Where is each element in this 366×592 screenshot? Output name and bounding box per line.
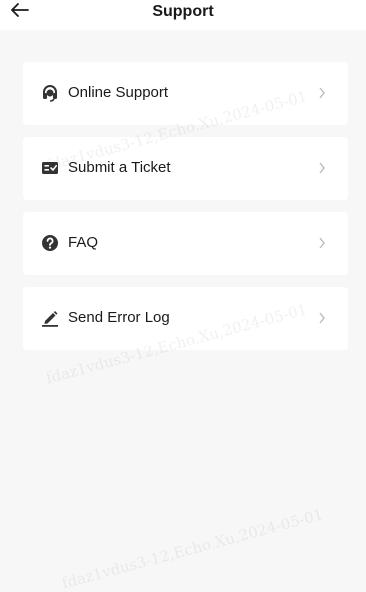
top-bar: Support: [0, 0, 366, 30]
menu-item-label: Online Support: [68, 84, 169, 101]
menu-item-label: Send Error Log: [68, 309, 170, 326]
menu-item-submit-ticket[interactable]: Submit a Ticket: [23, 137, 348, 200]
watermark: fdaz1vdus3-12,Echo.Xu,2024-05-01: [60, 505, 326, 592]
headset-icon: [43, 85, 57, 102]
menu-item-online-support[interactable]: Online Support: [23, 62, 348, 125]
menu-item-label: FAQ: [68, 234, 99, 251]
chevron-right-icon: [319, 237, 325, 249]
page-title: Support: [152, 3, 214, 20]
menu-item-faq[interactable]: FAQ: [23, 212, 348, 275]
question-icon: [42, 235, 58, 251]
menu-item-send-error-log[interactable]: Send Error Log: [23, 287, 348, 350]
chevron-right-icon: [319, 87, 325, 99]
chevron-right-icon: [319, 312, 325, 324]
chevron-right-icon: [319, 162, 325, 174]
menu-item-label: Submit a Ticket: [68, 159, 171, 176]
edit-icon: [42, 311, 58, 327]
ticket-icon: [42, 162, 58, 174]
